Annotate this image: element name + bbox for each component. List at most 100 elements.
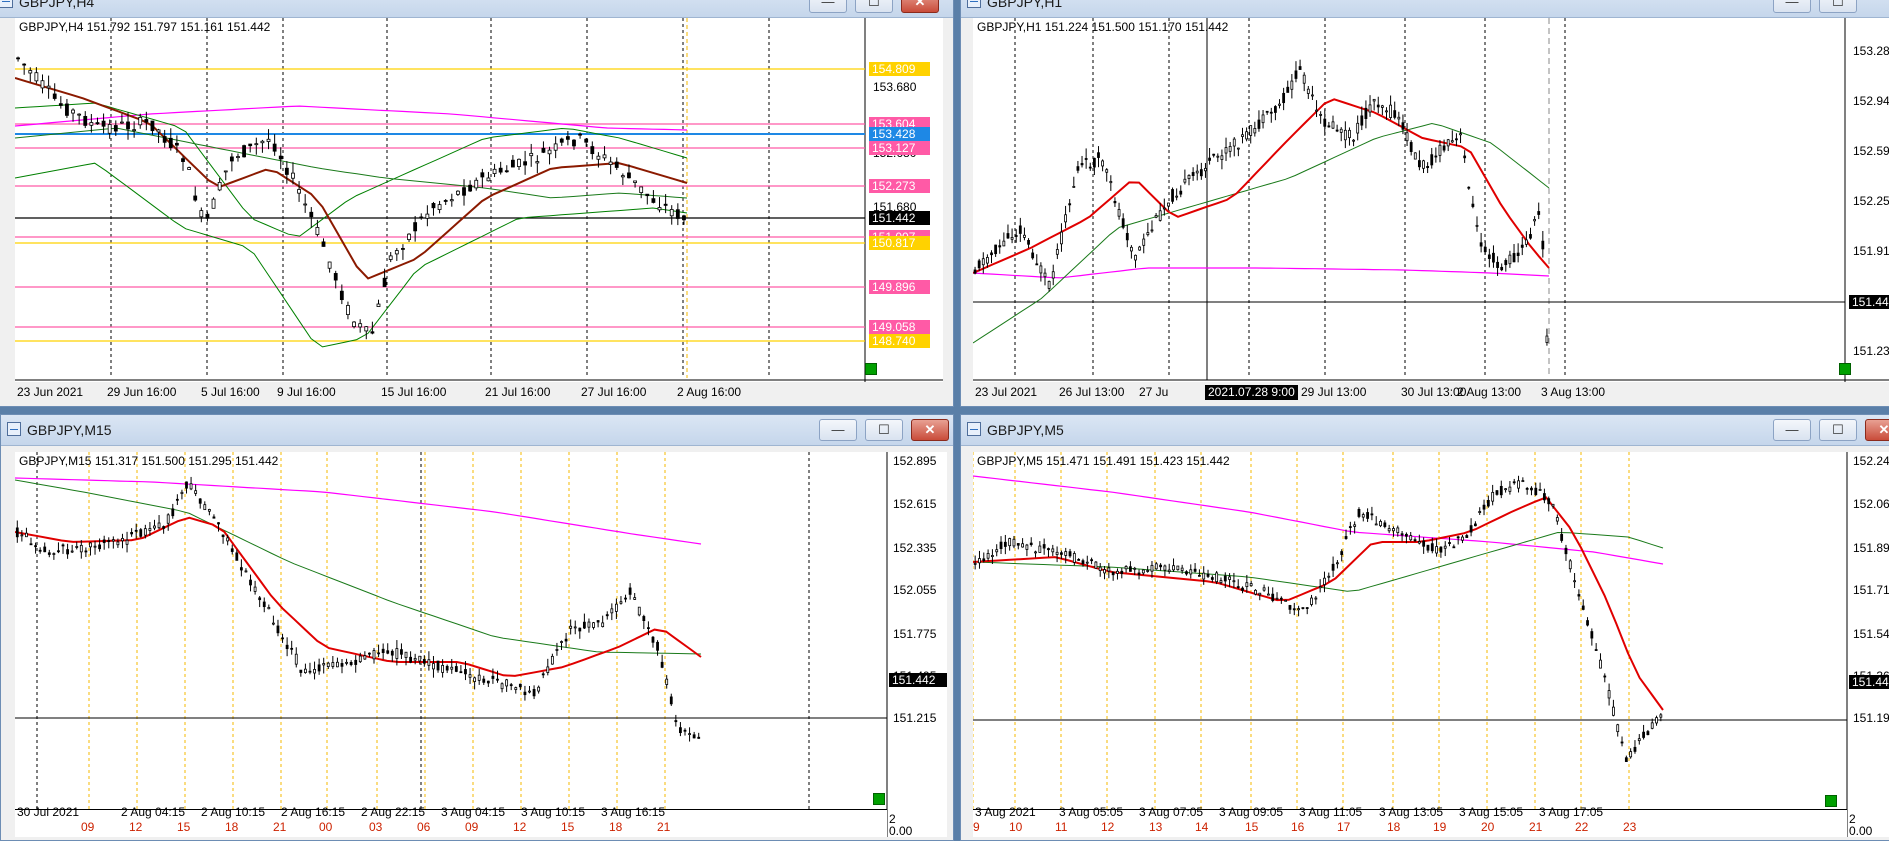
maximize-button[interactable]: ☐	[1819, 0, 1857, 13]
price-label: 152.94	[1853, 94, 1889, 108]
subwindow-min-label: 0.00	[889, 824, 913, 837]
time-label: 9 Jul 16:00	[277, 385, 336, 399]
price-label: 152.335	[893, 541, 937, 555]
candle	[139, 528, 143, 538]
time-label: 2 Aug 13:00	[1457, 385, 1522, 399]
price-tag: 151.44	[1849, 675, 1889, 689]
time-axis: 30 Jul 2021 2 Aug 04:15 2 Aug 10:15 2 Aug 1…	[15, 805, 947, 823]
time-label: 3 Aug 13:05	[1379, 805, 1444, 819]
price-label: 152.055	[893, 583, 937, 597]
subwindow-min-label: 0.00	[1849, 824, 1873, 837]
price-label: 152.24	[1853, 454, 1889, 468]
close-button[interactable]: ✕	[911, 419, 949, 441]
one-click-trading-icon[interactable]	[865, 363, 877, 375]
time-label: 29 Jun 16:00	[107, 385, 177, 399]
price-label: 151.89	[1853, 541, 1889, 555]
chart-background	[973, 18, 1845, 382]
minimize-button[interactable]: —	[819, 419, 857, 441]
maximize-button[interactable]: ☐	[865, 419, 903, 441]
time-label: 2 Aug 04:15	[121, 805, 186, 819]
time-label: 30 Jul 2021	[17, 805, 80, 819]
chart-window-icon	[967, 0, 981, 8]
chart-window-icon	[0, 0, 13, 8]
chart-window-h1[interactable]: GBPJPY,H1 — ☐ GBPJPY,H1 151.224 151.500 …	[960, 0, 1889, 407]
candle	[1176, 565, 1180, 571]
time-label: 3 Aug 15:05	[1459, 805, 1524, 819]
price-label: 152.895	[893, 454, 937, 468]
price-chart	[15, 452, 888, 837]
title-bar[interactable]: GBPJPY,M15 — ☐ ✕	[1, 415, 953, 446]
close-button[interactable]: ✕	[1865, 419, 1889, 441]
one-click-trading-icon[interactable]	[873, 793, 885, 805]
price-label: 151.23	[1853, 344, 1889, 358]
candle	[1284, 599, 1288, 602]
candle	[1094, 561, 1098, 569]
time-label: 15 Jul 16:00	[381, 385, 447, 399]
price-label: 152.59	[1853, 144, 1889, 158]
price-label: 151.54	[1853, 627, 1889, 641]
chart-plot-area[interactable]: GBPJPY,M5 151.471 151.491 151.423 151.44…	[973, 452, 1889, 837]
maximize-button[interactable]: ☐	[1819, 419, 1857, 441]
time-label: 5 Jul 16:00	[201, 385, 260, 399]
chart-window-icon	[7, 422, 21, 436]
chart-window-m15[interactable]: GBPJPY,M15 — ☐ ✕ GBPJPY,M15 151.317 151.…	[0, 414, 954, 841]
symbol-info: GBPJPY,H4 151.792 151.797 151.161 151.44…	[19, 20, 271, 34]
time-label: 2 Aug 16:15	[281, 805, 346, 819]
price-axis: 152.24152.06151.89151.71151.54151.36151.…	[1849, 452, 1889, 812]
price-label: 151.19	[1853, 711, 1889, 725]
price-axis: 153.28152.94152.59152.25151.91151.57151.…	[1849, 18, 1889, 382]
title-bar[interactable]: GBPJPY,H1 — ☐	[961, 0, 1889, 18]
price-chart	[973, 18, 1889, 382]
price-axis: 153.680152.680151.680150.000149.660154.8…	[869, 18, 939, 382]
time-label: 3 Aug 05:05	[1059, 805, 1124, 819]
minimize-button[interactable]: —	[1773, 0, 1811, 13]
chart-window-icon	[967, 422, 981, 436]
time-label: 3 Aug 17:05	[1539, 805, 1604, 819]
time-label: 3 Aug 09:05	[1219, 805, 1284, 819]
chart-plot-area[interactable]: GBPJPY,H4 151.792 151.797 151.161 151.44…	[15, 18, 943, 382]
price-label: 152.06	[1853, 497, 1889, 511]
symbol-info: GBPJPY,M5 151.471 151.491 151.423 151.44…	[977, 454, 1230, 468]
minimize-button[interactable]: —	[809, 0, 847, 13]
time-label: 23 Jul 2021	[975, 385, 1038, 399]
price-tag: 149.058	[869, 320, 930, 334]
time-label: 3 Aug 2021	[975, 805, 1036, 819]
symbol-info: GBPJPY,H1 151.224 151.500 151.170 151.44…	[977, 20, 1229, 34]
symbol-info: GBPJPY,M15 151.317 151.500 151.295 151.4…	[19, 454, 279, 468]
chart-plot-area[interactable]: GBPJPY,H1 151.224 151.500 151.170 151.44…	[973, 18, 1889, 382]
price-label: 153.28	[1853, 44, 1889, 58]
window-title: GBPJPY,H1	[987, 0, 1063, 10]
time-label: 3 Aug 10:15	[521, 805, 586, 819]
price-label: 151.91	[1853, 244, 1889, 258]
time-label: 3 Aug 11:05	[1299, 805, 1363, 819]
price-tag: 149.896	[869, 280, 930, 294]
minimize-button[interactable]: —	[1773, 419, 1811, 441]
price-tag: 148.740	[869, 334, 930, 348]
candle	[637, 606, 641, 617]
title-bar[interactable]: GBPJPY,H4 — ☐ ✕	[0, 0, 953, 18]
candle	[1171, 187, 1174, 204]
chart-window-h4[interactable]: GBPJPY,H4 — ☐ ✕ GBPJPY,H4 151.792 151.79…	[0, 0, 954, 407]
candle	[1413, 152, 1417, 160]
one-click-trading-icon[interactable]	[1839, 363, 1851, 375]
candle	[1254, 589, 1257, 596]
time-label: 3 Aug 13:00	[1541, 385, 1606, 399]
price-tag: 151.44	[1849, 295, 1889, 309]
chart-window-m5[interactable]: GBPJPY,M5 — ☐ ✕ GBPJPY,M5 151.471 151.49…	[960, 414, 1889, 841]
price-label: 152.615	[893, 497, 937, 511]
time-label: 3 Aug 16:15	[601, 805, 666, 819]
close-button[interactable]: ✕	[901, 0, 939, 13]
price-label: 151.215	[893, 711, 937, 725]
price-tag: 154.809	[869, 62, 930, 76]
price-tag: 153.127	[869, 141, 930, 155]
title-bar[interactable]: GBPJPY,M5 — ☐ ✕	[961, 415, 1889, 446]
candle	[211, 197, 216, 209]
price-tag: 151.442	[889, 673, 947, 687]
maximize-button[interactable]: ☐	[855, 0, 893, 13]
time-label: 27 Ju	[1139, 385, 1169, 399]
chart-plot-area[interactable]: GBPJPY,M15 151.317 151.500 151.295 151.4…	[15, 452, 947, 837]
time-axis: 3 Aug 2021 3 Aug 05:05 3 Aug 07:05 3 Aug 09…	[973, 805, 1889, 823]
price-tag: 150.817	[869, 236, 930, 250]
price-label: 151.71	[1853, 583, 1889, 597]
time-label: 27 Jul 16:00	[581, 385, 647, 399]
